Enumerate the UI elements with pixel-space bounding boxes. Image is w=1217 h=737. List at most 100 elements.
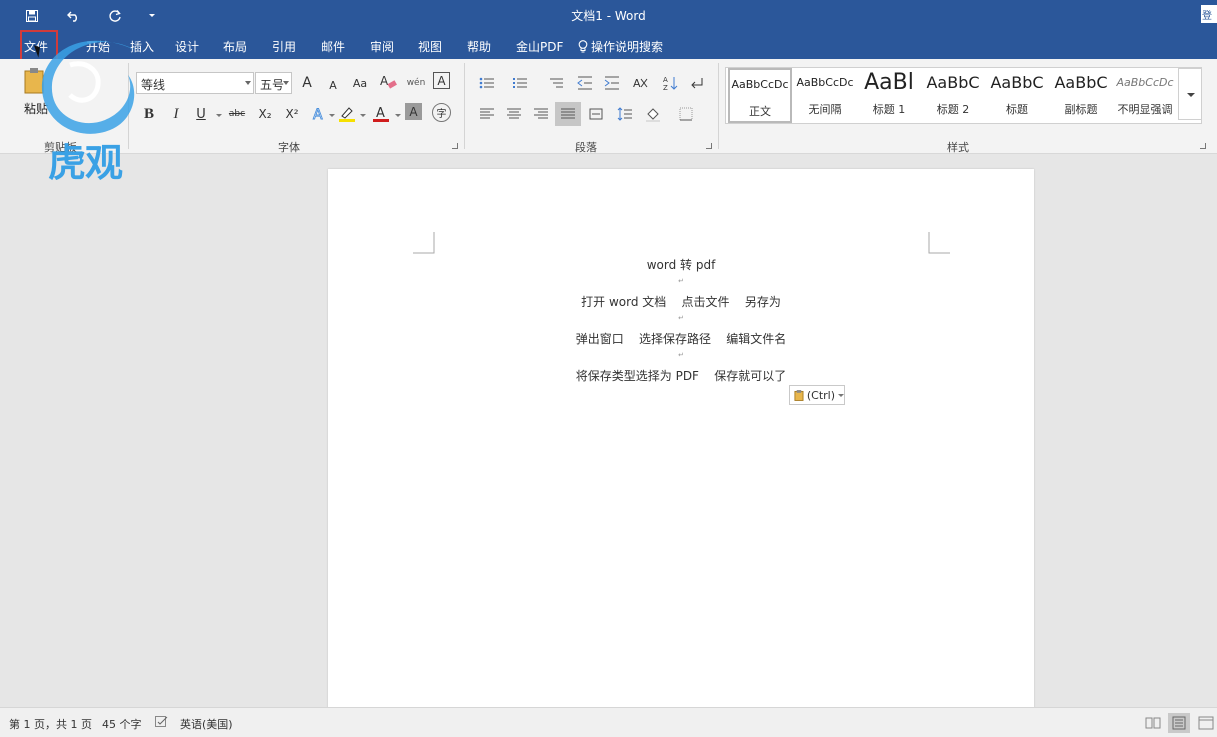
align-center-button[interactable] bbox=[503, 103, 525, 125]
styles-dialog-launcher[interactable] bbox=[1200, 143, 1206, 149]
highlight-button[interactable] bbox=[336, 103, 358, 125]
svg-text:A: A bbox=[313, 107, 323, 122]
font-color-dropdown[interactable] bbox=[395, 114, 401, 117]
text-effects-button[interactable]: A bbox=[308, 103, 330, 125]
increase-indent-button[interactable] bbox=[601, 72, 623, 94]
status-bar: 第 1 页，共 1 页 45 个字 英语(美国) bbox=[0, 707, 1217, 737]
borders-button[interactable] bbox=[675, 103, 697, 125]
line-spacing-icon bbox=[617, 107, 632, 121]
svg-text:A: A bbox=[663, 76, 668, 84]
text-effects-dropdown[interactable] bbox=[329, 114, 335, 117]
chinese-layout-button[interactable]: A bbox=[629, 72, 651, 94]
tab-kingsoft-pdf[interactable]: 金山PDF bbox=[516, 38, 563, 55]
style-sample: AaBbC bbox=[990, 73, 1044, 92]
read-mode-icon[interactable] bbox=[1142, 713, 1164, 733]
numbering-button[interactable] bbox=[509, 72, 531, 94]
tab-design[interactable]: 设计 bbox=[175, 38, 199, 55]
align-right-button[interactable] bbox=[530, 103, 552, 125]
shading-button[interactable] bbox=[642, 103, 664, 125]
grow-font-button[interactable]: A bbox=[296, 72, 318, 94]
italic-button[interactable]: I bbox=[165, 103, 187, 125]
justify-button[interactable] bbox=[555, 102, 581, 126]
web-layout-icon[interactable] bbox=[1195, 713, 1217, 733]
style-subtle-emphasis[interactable]: AaBbCcDc 不明显强调 bbox=[1113, 68, 1177, 123]
shrink-font-button[interactable]: A bbox=[322, 74, 344, 96]
distributed-button[interactable] bbox=[585, 103, 607, 125]
char-shading-button[interactable]: A bbox=[405, 103, 422, 120]
tab-references[interactable]: 引用 bbox=[272, 38, 296, 55]
print-layout-icon[interactable] bbox=[1168, 713, 1190, 733]
style-heading-1[interactable]: AaBl 标题 1 bbox=[857, 68, 921, 123]
multilevel-list-button[interactable] bbox=[545, 72, 567, 94]
char-border-button[interactable]: A bbox=[433, 72, 450, 89]
style-sample: AaBbCcDc bbox=[731, 78, 789, 91]
ribbon: 粘贴 剪贴板 等线 五号 A A Aa A wén A B I U abc X₂… bbox=[0, 59, 1217, 154]
underline-dropdown[interactable] bbox=[216, 114, 222, 117]
paragraph-mark: ↵ bbox=[678, 351, 684, 359]
style-sample: AaBbCcDc bbox=[796, 76, 854, 89]
paragraph-dialog-launcher[interactable] bbox=[706, 143, 712, 149]
chevron-down-icon bbox=[1187, 93, 1195, 97]
style-no-spacing[interactable]: AaBbCcDc 无间隔 bbox=[793, 68, 857, 123]
language-indicator[interactable]: 英语(美国) bbox=[180, 716, 233, 732]
page-count[interactable]: 第 1 页，共 1 页 bbox=[9, 716, 92, 732]
paragraph-mark-icon bbox=[691, 78, 703, 89]
paste-button[interactable]: 粘贴 bbox=[20, 67, 52, 127]
show-marks-button[interactable] bbox=[686, 72, 708, 94]
align-right-icon bbox=[534, 108, 548, 119]
decrease-indent-icon bbox=[577, 76, 592, 90]
line-spacing-button[interactable] bbox=[614, 103, 636, 125]
style-sample: AaBbCcDc bbox=[1116, 76, 1174, 89]
tab-mailings[interactable]: 邮件 bbox=[321, 38, 345, 55]
decrease-indent-button[interactable] bbox=[574, 72, 596, 94]
font-color-button[interactable]: A bbox=[370, 103, 392, 125]
sign-in-button[interactable]: 登 bbox=[1201, 5, 1217, 23]
style-heading-2[interactable]: AaBbC 标题 2 bbox=[921, 68, 985, 123]
paragraph-mark: ↵ bbox=[678, 314, 684, 322]
font-name-box[interactable]: 等线 bbox=[136, 72, 254, 94]
clear-format-button[interactable]: A bbox=[378, 71, 400, 93]
strikethrough-button[interactable]: abc bbox=[226, 103, 248, 125]
tab-help[interactable]: 帮助 bbox=[467, 38, 491, 55]
superscript-button[interactable]: X² bbox=[281, 103, 303, 125]
bullets-button[interactable] bbox=[476, 72, 498, 94]
paste-options-dropdown bbox=[838, 393, 844, 397]
tell-me-search[interactable]: 操作说明搜索 bbox=[578, 38, 663, 55]
highlight-dropdown[interactable] bbox=[360, 114, 366, 117]
tab-home[interactable]: 开始 bbox=[86, 38, 110, 55]
bullets-icon bbox=[479, 77, 494, 89]
tab-insert[interactable]: 插入 bbox=[130, 38, 154, 55]
align-left-button[interactable] bbox=[476, 103, 498, 125]
style-normal[interactable]: AaBbCcDc 正文 bbox=[728, 68, 792, 123]
sort-button[interactable]: AZ bbox=[659, 72, 681, 94]
style-sample: AaBbC bbox=[926, 73, 980, 92]
style-name: 副标题 bbox=[1064, 103, 1098, 116]
styles-more-button[interactable] bbox=[1178, 68, 1202, 120]
tab-layout[interactable]: 布局 bbox=[223, 38, 247, 55]
distributed-icon bbox=[589, 108, 603, 120]
change-case-button[interactable]: Aa bbox=[349, 72, 371, 94]
font-dialog-launcher[interactable] bbox=[452, 143, 458, 149]
style-subtitle[interactable]: AaBbC 副标题 bbox=[1049, 68, 1113, 123]
proofing-icon[interactable] bbox=[155, 716, 168, 728]
styles-gallery: AaBbCcDc 正文 AaBbCcDc 无间隔 AaBl 标题 1 AaBbC… bbox=[725, 67, 1202, 124]
svg-text:A: A bbox=[376, 106, 385, 121]
justify-icon bbox=[561, 108, 575, 119]
underline-button[interactable]: U bbox=[190, 103, 212, 125]
style-title[interactable]: AaBbC 标题 bbox=[985, 68, 1049, 123]
sort-icon: AZ bbox=[663, 76, 678, 91]
font-group-label: 字体 bbox=[278, 141, 300, 154]
clipboard-icon bbox=[24, 68, 44, 94]
word-count[interactable]: 45 个字 bbox=[102, 716, 142, 732]
tab-view[interactable]: 视图 bbox=[418, 38, 442, 55]
bold-button[interactable]: B bbox=[138, 103, 160, 125]
tab-review[interactable]: 审阅 bbox=[370, 38, 394, 55]
paste-options-button[interactable]: (Ctrl) bbox=[789, 385, 845, 405]
separator bbox=[464, 63, 465, 149]
separator bbox=[128, 63, 129, 149]
document-page[interactable]: word 转 pdf ↵ 打开 word 文档 点击文件 另存为 ↵ 弹出窗口 … bbox=[328, 169, 1034, 709]
font-size-box[interactable]: 五号 bbox=[255, 72, 292, 94]
subscript-button[interactable]: X₂ bbox=[254, 103, 276, 125]
phonetic-guide-button[interactable]: wén bbox=[405, 72, 427, 94]
enclose-char-button[interactable]: 字 bbox=[432, 103, 451, 122]
